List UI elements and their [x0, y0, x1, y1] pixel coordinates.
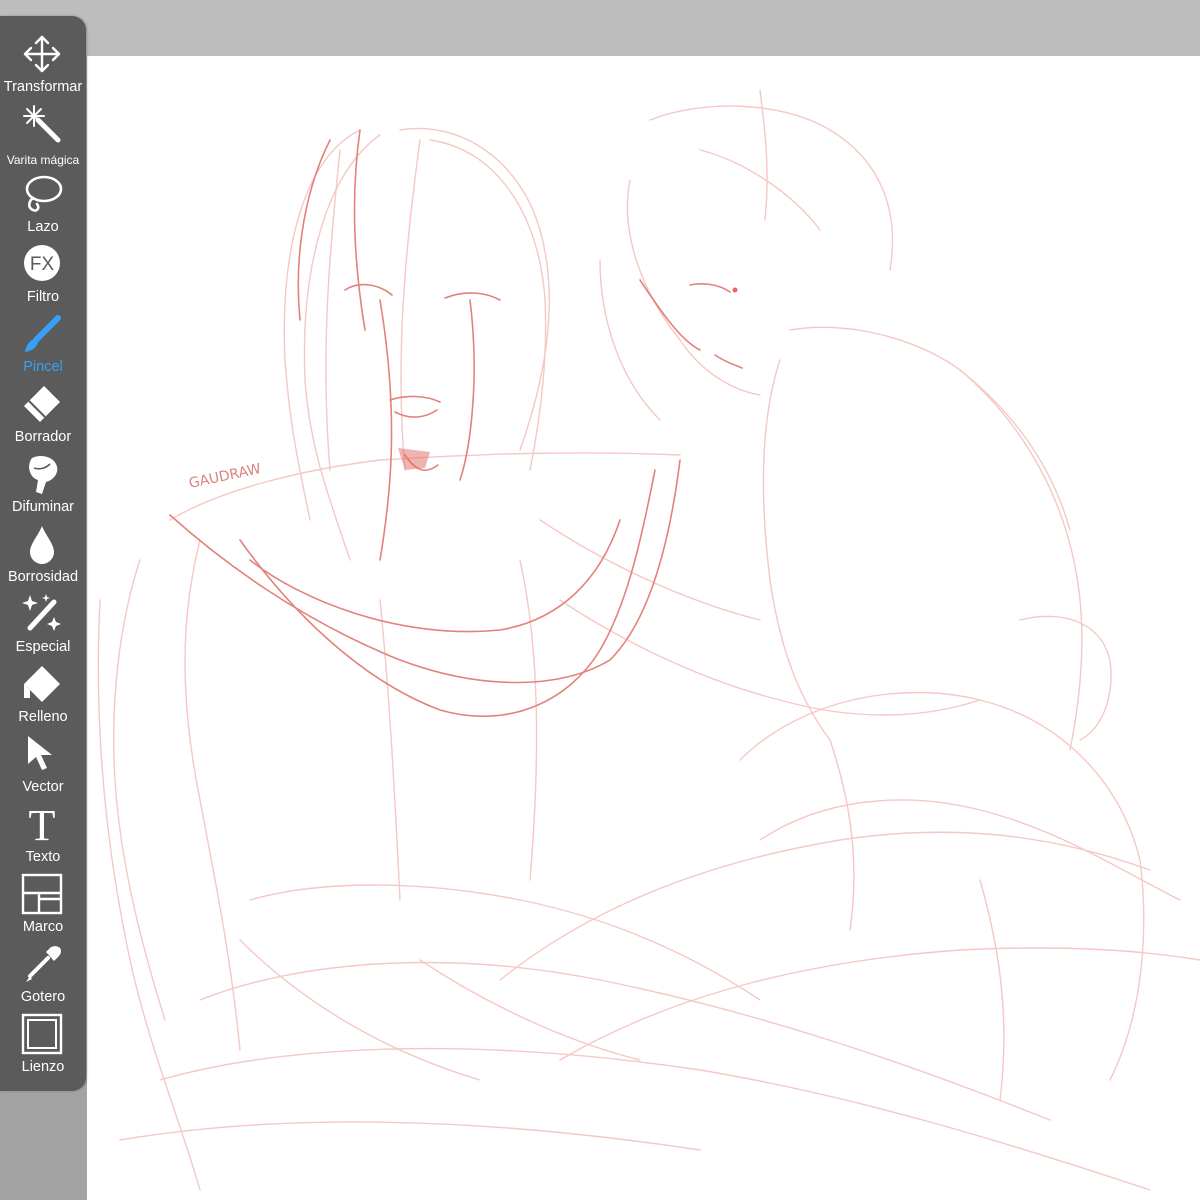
sketch-artwork: GAUDRAW: [97, 89, 1200, 1191]
tool-label: Filtro: [26, 289, 60, 305]
lasso-icon: [25, 175, 63, 212]
vector-cursor-icon: [28, 736, 52, 770]
tool-vector[interactable]: Vector: [0, 732, 86, 802]
tool-especial[interactable]: Especial: [0, 592, 86, 662]
tool-label: Vector: [22, 779, 64, 795]
tool-label: Especial: [15, 639, 71, 655]
tool-label: Lienzo: [21, 1059, 65, 1075]
fx-icon: FX: [24, 245, 60, 281]
tool-texto[interactable]: T Texto: [0, 802, 86, 872]
tool-label: Marco: [22, 919, 64, 935]
tool-label: Texto: [25, 849, 61, 865]
tool-varita-magica[interactable]: Varita mágica: [0, 102, 86, 172]
top-bar: [0, 0, 1200, 56]
smudge-finger-icon: [29, 456, 58, 494]
tool-label: Borrosidad: [7, 569, 79, 585]
tool-label: Gotero: [20, 989, 66, 1005]
tool-transformar[interactable]: Transformar: [0, 32, 86, 102]
drawing-canvas[interactable]: GAUDRAW: [87, 56, 1200, 1200]
tool-label: Transformar: [3, 79, 83, 95]
special-sparkle-icon: [22, 594, 61, 631]
tool-label: Pincel: [23, 359, 63, 375]
eraser-icon: [24, 386, 60, 422]
fill-bucket-icon: [24, 666, 60, 702]
tool-filtro[interactable]: FX Filtro: [0, 242, 86, 312]
frame-icon: [21, 873, 63, 915]
blur-drop-icon: [30, 526, 54, 564]
tool-label: Difuminar: [11, 499, 75, 515]
tool-pincel[interactable]: Pincel: [0, 312, 86, 382]
tool-label: Varita mágica: [6, 153, 80, 167]
brush-icon: [25, 315, 61, 352]
text-glyph: T: [29, 802, 56, 846]
tool-label: Borrador: [14, 429, 72, 445]
tool-sidebar: Transformar Varita mágica Lazo FX Filtro: [0, 16, 86, 1091]
artist-signature: GAUDRAW: [188, 461, 263, 492]
tool-marco[interactable]: Marco: [0, 872, 86, 942]
tool-borrador[interactable]: Borrador: [0, 382, 86, 452]
fx-glyph: FX: [30, 254, 55, 275]
tool-relleno[interactable]: Relleno: [0, 662, 86, 732]
tool-lienzo[interactable]: Lienzo: [0, 1012, 86, 1082]
text-icon: T: [29, 802, 56, 846]
eyedropper-icon: [26, 946, 62, 982]
tool-gotero[interactable]: Gotero: [0, 942, 86, 1012]
magic-wand-icon: [23, 105, 61, 143]
tool-label: Lazo: [27, 219, 59, 235]
canvas-icon: [21, 1013, 63, 1055]
tool-difuminar[interactable]: Difuminar: [0, 452, 86, 522]
tool-label: Relleno: [18, 709, 68, 725]
move-arrows-icon: [23, 35, 61, 73]
tool-lazo[interactable]: Lazo: [0, 172, 86, 242]
tool-borrosidad[interactable]: Borrosidad: [0, 522, 86, 592]
